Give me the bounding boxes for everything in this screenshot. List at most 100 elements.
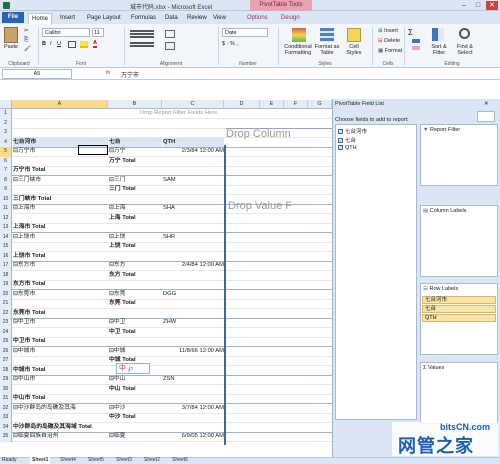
checkbox-checked-icon[interactable]: ✓ [338, 138, 343, 143]
row-header[interactable]: 5 [0, 147, 12, 157]
conditional-formatting-icon[interactable] [292, 28, 306, 42]
row-header[interactable]: 13 [0, 223, 12, 233]
borders-icon[interactable] [68, 41, 76, 48]
sheet-tab-sheet2[interactable]: Sheet2 [142, 457, 162, 464]
tab-design[interactable]: Design [278, 13, 303, 24]
table-cell[interactable]: ⊟东方市 [13, 261, 108, 270]
number-format-select[interactable]: Date [222, 28, 268, 37]
table-cell[interactable]: 东莞市 Total [13, 309, 108, 318]
row-header[interactable]: 18 [0, 270, 12, 280]
column-header-c[interactable]: C [162, 100, 224, 109]
row-header[interactable]: 27 [0, 356, 12, 366]
table-cell[interactable]: ⊟中城市 [13, 347, 108, 356]
conditional-formatting-button[interactable]: Conditional Formatting [282, 44, 314, 56]
table-cell[interactable]: ⊟东莞市 [13, 290, 108, 299]
row-label-item[interactable]: QTH [422, 314, 496, 322]
cut-icon[interactable]: ✂ [24, 28, 29, 34]
table-cell[interactable]: ⊟中山市 [13, 375, 108, 384]
sort-filter-button[interactable]: Sort & Filter [426, 44, 452, 56]
tab-options[interactable]: Options [244, 13, 271, 24]
table-cell[interactable]: 11/8/66 12:00 AM [163, 347, 224, 356]
column-header-b[interactable]: B [108, 100, 162, 109]
row-header[interactable]: 31 [0, 394, 12, 404]
table-cell[interactable]: 中山 Total [109, 385, 162, 394]
table-cell[interactable]: QTH [163, 137, 224, 147]
table-cell[interactable]: ⊟上饶 [109, 233, 162, 242]
table-cell[interactable]: 七台 [109, 137, 162, 147]
table-cell[interactable]: ⊟中沙群岛的岛礁及其海 [13, 404, 108, 413]
table-cell[interactable]: ⊟上饶市 [13, 233, 108, 242]
report-filter-drop-zone[interactable]: Drop Report Filter Fields Here [140, 109, 217, 118]
table-cell[interactable]: 万宁 Total [109, 157, 162, 166]
table-cell[interactable]: 中卫市 Total [13, 337, 108, 346]
table-cell[interactable]: ⊟中城 [109, 347, 162, 356]
sheet-tab-sheet4[interactable]: Sheet4 [58, 457, 78, 464]
table-cell[interactable]: 上饶 Total [109, 242, 162, 251]
row-header[interactable]: 3 [0, 128, 12, 138]
table-cell[interactable]: 2/3/84 12:00 AM [163, 147, 224, 156]
table-cell[interactable]: 三门 Total [109, 185, 162, 194]
table-cell[interactable]: 6/9/05 12:00 AM [163, 432, 224, 441]
row-header[interactable]: 6 [0, 156, 12, 166]
merge-center-icon[interactable] [165, 42, 175, 50]
row-header[interactable]: 10 [0, 194, 12, 204]
cell-styles-icon[interactable] [347, 28, 361, 42]
bold-icon[interactable]: B [42, 41, 46, 47]
sheet-tab-sheet5[interactable]: Sheet5 [86, 457, 106, 464]
row-header[interactable]: 8 [0, 175, 12, 185]
table-cell[interactable]: ⊟万宁 [109, 147, 162, 156]
table-cell[interactable]: ⊟临夏 [109, 432, 162, 441]
tab-page-layout[interactable]: Page Layout [84, 13, 124, 24]
column-header-g[interactable]: G [308, 100, 332, 109]
table-cell[interactable]: ⊟上海市 [13, 204, 108, 213]
row-header[interactable]: 34 [0, 422, 12, 432]
cell-styles-button[interactable]: Cell Styles [342, 44, 366, 56]
table-cell[interactable]: 万宁市 Total [13, 166, 108, 175]
align-lines-icon[interactable] [130, 30, 154, 32]
select-all-corner[interactable] [0, 100, 12, 109]
format-as-table-icon[interactable] [320, 28, 334, 42]
row-header[interactable]: 7 [0, 166, 12, 176]
row-header[interactable]: 15 [0, 242, 12, 252]
row-header[interactable]: 22 [0, 308, 12, 318]
table-cell[interactable]: ⊟东方 [109, 261, 162, 270]
tab-insert[interactable]: Insert [57, 13, 78, 24]
row-header[interactable]: 25 [0, 337, 12, 347]
font-size-select[interactable]: 11 [92, 28, 104, 37]
table-cell[interactable]: DGG [163, 290, 224, 299]
format-as-table-button[interactable]: Format as Table [314, 44, 340, 56]
table-cell[interactable]: SAM [163, 176, 224, 185]
checkbox-checked-icon[interactable]: ✓ [338, 145, 343, 150]
file-tab[interactable]: File [2, 12, 24, 23]
row-header[interactable]: 21 [0, 299, 12, 309]
find-select-icon[interactable] [459, 28, 470, 39]
fill-color-icon[interactable] [80, 41, 88, 48]
table-cell[interactable]: 中沙 Total [109, 413, 162, 422]
table-cell[interactable]: ⊟中卫市 [13, 318, 108, 327]
column-labels-area[interactable] [420, 205, 498, 277]
field-item[interactable]: ✓ 七台河市 [338, 127, 367, 135]
table-cell[interactable]: 3/7/84 12:00 AM [163, 404, 224, 413]
row-header[interactable]: 9 [0, 185, 12, 195]
row-header[interactable]: 23 [0, 318, 12, 328]
find-select-button[interactable]: Find & Select [452, 44, 478, 56]
values-area[interactable] [420, 362, 498, 424]
row-label-item[interactable]: 七台 [422, 305, 496, 313]
table-cell[interactable]: ⊟中山 [109, 375, 162, 384]
row-header[interactable]: 19 [0, 280, 12, 290]
delete-button[interactable]: ⊟ Delete [378, 38, 400, 44]
tab-data[interactable]: Data [162, 13, 181, 24]
table-cell[interactable]: ⊟中沙 [109, 404, 162, 413]
table-cell[interactable]: SHR [163, 233, 224, 242]
column-header-e[interactable]: E [260, 100, 284, 109]
italic-icon[interactable]: I [50, 41, 52, 47]
table-cell[interactable]: 中卫 Total [109, 328, 162, 337]
row-header[interactable]: 17 [0, 261, 12, 271]
copy-icon[interactable]: ⎘ [24, 37, 28, 44]
table-cell[interactable]: ⊟上海 [109, 204, 162, 213]
underline-icon[interactable]: U [57, 41, 61, 47]
currency-icon[interactable]: $ · % , [222, 41, 238, 47]
indent-lines-icon[interactable] [130, 42, 154, 44]
value-drop-zone[interactable]: Drop Value F [228, 200, 292, 212]
field-item[interactable]: ✓ QTH [338, 145, 357, 151]
